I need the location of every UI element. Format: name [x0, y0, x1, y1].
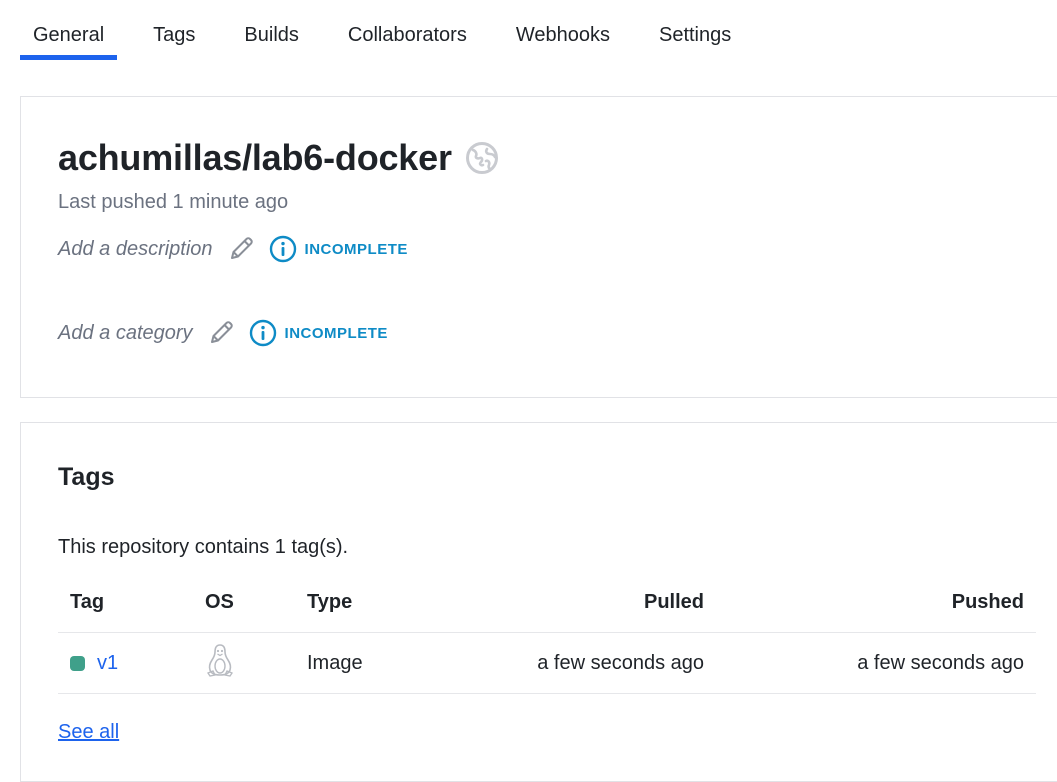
category-row: Add a category INCOMPLETE: [58, 319, 388, 347]
category-incomplete-badge[interactable]: INCOMPLETE: [249, 319, 388, 347]
description-incomplete-label: INCOMPLETE: [304, 240, 408, 258]
tag-link[interactable]: v1: [97, 652, 118, 675]
column-header-tag[interactable]: Tag: [70, 591, 104, 614]
description-incomplete-badge[interactable]: INCOMPLETE: [269, 235, 408, 263]
repo-tabs: General Tags Builds Collaborators Webhoo…: [20, 0, 767, 60]
tags-count-text: This repository contains 1 tag(s).: [58, 536, 349, 558]
table-row: v1 Image a few seconds ago a few seconds…: [58, 633, 1036, 694]
tab-webhooks[interactable]: Webhooks: [503, 0, 623, 60]
info-icon: [249, 319, 276, 347]
see-all-link[interactable]: See all: [58, 721, 119, 744]
os-cell: [205, 642, 235, 684]
linux-icon: [207, 644, 233, 677]
description-row: Add a description INCOMPLETE: [58, 235, 408, 263]
globe-public-icon: [465, 142, 498, 174]
tab-builds[interactable]: Builds: [231, 0, 311, 60]
tags-table: Tag OS Type Pulled Pushed v1 Image a few…: [58, 573, 1036, 694]
tags-table-header: Tag OS Type Pulled Pushed: [58, 573, 1036, 633]
column-header-pushed[interactable]: Pushed: [952, 591, 1024, 614]
add-description-label[interactable]: Add a description: [58, 238, 213, 261]
tab-collaborators[interactable]: Collaborators: [335, 0, 480, 60]
info-icon: [269, 235, 296, 263]
tags-heading: Tags: [58, 463, 115, 491]
tags-card: Tags This repository contains 1 tag(s). …: [20, 422, 1057, 782]
type-cell: Image: [307, 651, 363, 674]
pulled-cell: a few seconds ago: [537, 651, 704, 674]
column-header-pulled[interactable]: Pulled: [644, 591, 704, 614]
tab-settings[interactable]: Settings: [646, 0, 744, 60]
pushed-cell: a few seconds ago: [857, 651, 1024, 674]
add-category-label[interactable]: Add a category: [58, 322, 193, 345]
repository-info-card: achumillas/lab6-docker Last pushed 1 min…: [20, 96, 1057, 398]
category-incomplete-label: INCOMPLETE: [284, 324, 388, 342]
column-header-os: OS: [205, 591, 234, 613]
tab-general[interactable]: General: [20, 0, 118, 60]
tag-status-dot: [70, 655, 85, 671]
repo-name: achumillas/lab6-docker: [58, 137, 452, 178]
tab-tags[interactable]: Tags: [140, 0, 208, 60]
tag-cell: v1: [70, 652, 118, 675]
edit-description-pencil-icon[interactable]: [227, 235, 255, 263]
column-header-type: Type: [307, 591, 353, 613]
last-pushed-text: Last pushed 1 minute ago: [58, 191, 289, 213]
repo-title-row: achumillas/lab6-docker: [58, 137, 499, 179]
edit-category-pencil-icon[interactable]: [207, 319, 235, 347]
